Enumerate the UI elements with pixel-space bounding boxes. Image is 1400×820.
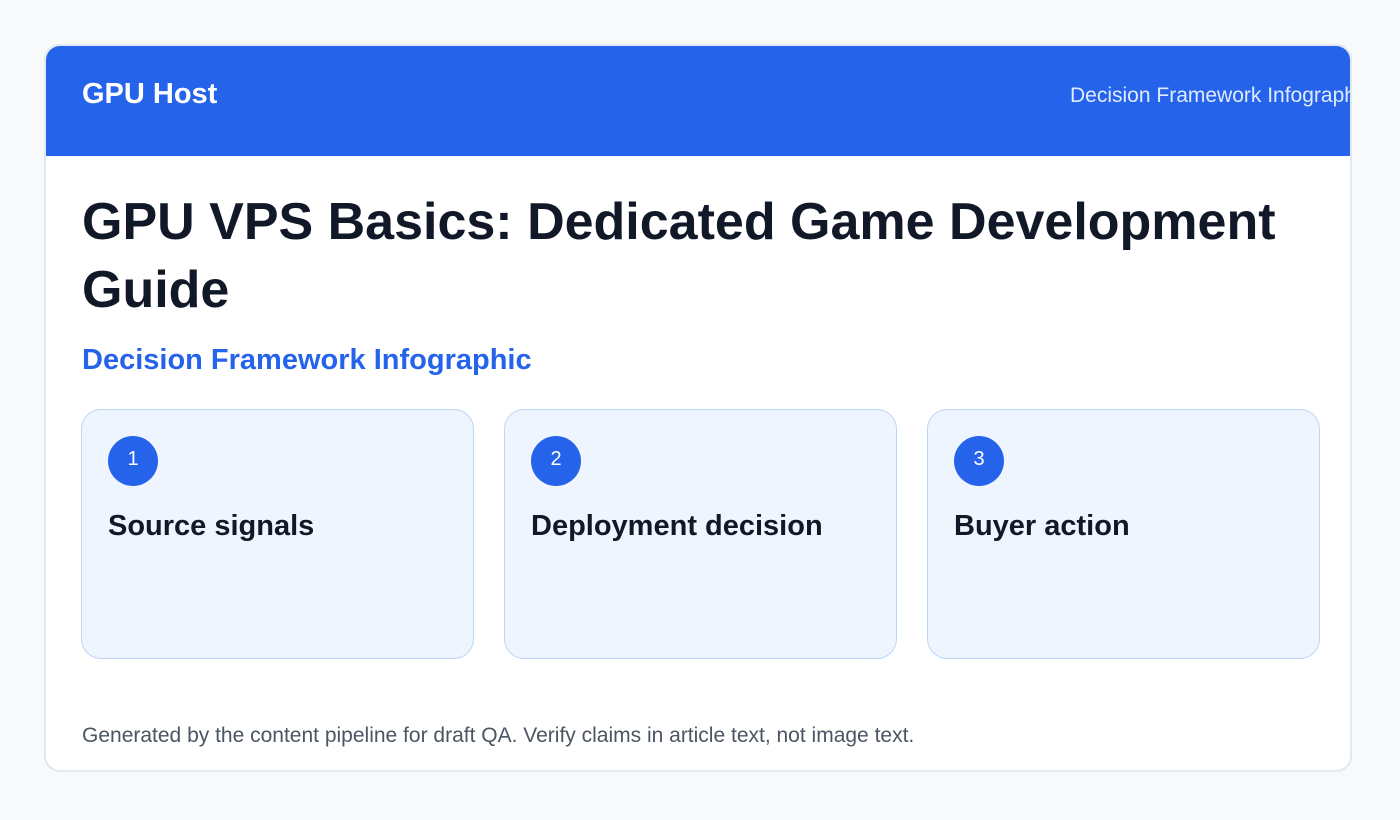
header-bar: GPU Host Decision Framework Infographic [46, 46, 1352, 156]
infographic-card: GPU Host Decision Framework Infographic … [44, 44, 1352, 772]
brand-logo-text[interactable]: GPU Host [82, 78, 217, 111]
step-card-buyer-action: 3 Buyer action [927, 409, 1320, 659]
step-title: Source signals [108, 510, 315, 542]
section-title: Decision Framework Infographic [82, 344, 532, 376]
step-number-badge: 2 [531, 436, 581, 486]
step-title: Deployment decision [531, 510, 823, 542]
step-title: Buyer action [954, 510, 1130, 542]
step-card-deployment-decision: 2 Deployment decision [504, 409, 897, 659]
step-number-badge: 3 [954, 436, 1004, 486]
page-title: GPU VPS Basics: Dedicated Game Developme… [82, 193, 1276, 319]
header-subtitle: Decision Framework Infographic [1070, 84, 1352, 107]
footer-note: Generated by the content pipeline for dr… [82, 724, 915, 747]
step-card-source-signals: 1 Source signals [81, 409, 474, 659]
step-number-badge: 1 [108, 436, 158, 486]
